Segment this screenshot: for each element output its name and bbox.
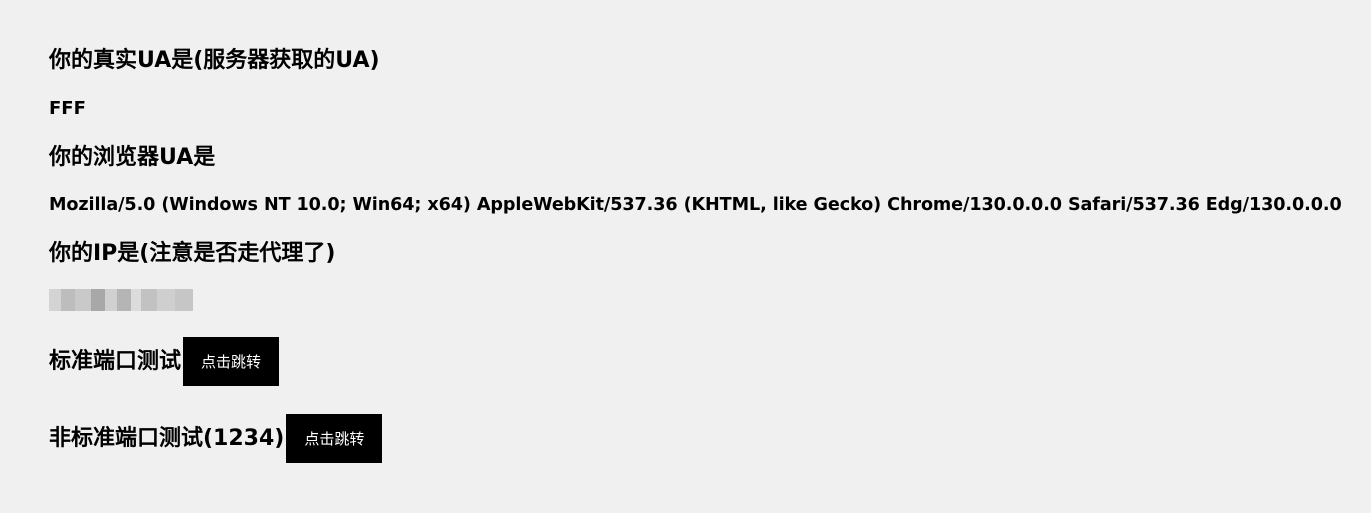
nonstandard-port-jump-button[interactable]: 点击跳转 [286, 414, 383, 463]
browser-ua-heading: 你的浏览器UA是 [49, 145, 216, 170]
nonstandard-port-row: 非标准端口测试(1234) 点击跳转 [49, 414, 383, 463]
standard-port-row: 标准端口测试 点击跳转 [49, 337, 280, 386]
nonstandard-port-label: 非标准端口测试(1234) [49, 425, 285, 451]
real-ua-heading: 你的真实UA是(服务器获取的UA) [49, 48, 380, 73]
standard-port-label: 标准端口测试 [49, 348, 182, 374]
browser-ua-value: Mozilla/5.0 (Windows NT 10.0; Win64; x64… [49, 195, 1342, 215]
real-ua-value: FFF [49, 98, 86, 119]
standard-port-jump-button[interactable]: 点击跳转 [183, 337, 280, 386]
ip-value-redacted [49, 289, 193, 311]
ip-heading: 你的IP是(注意是否走代理了) [49, 241, 336, 266]
